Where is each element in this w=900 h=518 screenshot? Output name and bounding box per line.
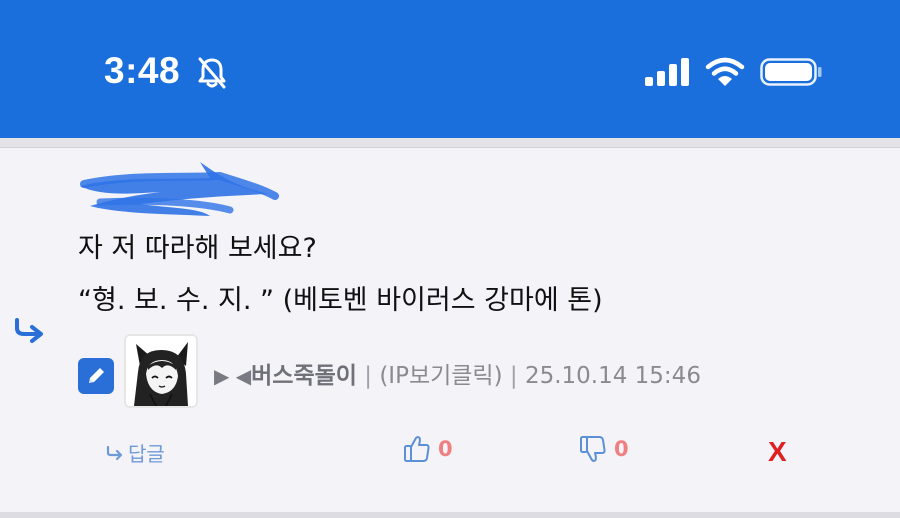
comment-text-line: 자 저 따라해 보세요? (78, 233, 317, 264)
meta-separator: | (364, 363, 372, 389)
status-bar: 3:48 (0, 0, 900, 138)
reply-indent-arrow-icon (15, 318, 43, 343)
comment-text-line: “형. 보. 수. 지. ” (베토벤 바이러스 강마에 톤) (78, 285, 603, 316)
battery-icon (760, 58, 822, 86)
avatar[interactable] (124, 334, 198, 408)
bottom-divider (0, 512, 900, 518)
bell-muted-icon (198, 57, 226, 89)
dislike-button[interactable]: 0 (578, 434, 629, 464)
like-button[interactable]: 0 (402, 434, 453, 464)
reply-button[interactable]: 답글 (106, 438, 165, 467)
pencil-icon (89, 368, 104, 383)
thumbs-down-icon (580, 436, 606, 462)
reply-label: 답글 (128, 442, 165, 466)
comment-actions: 답글 0 0 X (0, 434, 900, 474)
avatar-image (126, 336, 196, 406)
nickname-marker: ▶ ◀ (214, 364, 252, 388)
status-time: 3:48 (104, 50, 181, 91)
meta-separator: | (509, 363, 518, 389)
top-divider (0, 138, 900, 148)
dislike-count: 0 (614, 437, 629, 461)
cellular-signal-icon (645, 58, 689, 86)
comment-timestamp: 25.10.14 15:46 (524, 363, 701, 389)
edit-button[interactable] (78, 358, 114, 394)
reply-arrow-icon (106, 445, 123, 460)
comment-item: 자 저 따라해 보세요? “형. 보. 수. 지. ” (베토벤 바이러스 강마… (0, 148, 900, 514)
redaction-scribble (80, 162, 279, 216)
ip-view-link[interactable]: (IP보기클릭) (379, 363, 502, 389)
thumbs-up-icon (404, 436, 430, 462)
like-count: 0 (438, 437, 453, 461)
wifi-icon (705, 57, 745, 86)
comment-meta: ▶ ◀버스죽돌이 | (IP보기클릭) | 25.10.14 15:46 (214, 356, 701, 390)
author-nickname[interactable]: 버스죽돌이 (251, 363, 357, 389)
delete-button[interactable]: X (768, 436, 787, 468)
